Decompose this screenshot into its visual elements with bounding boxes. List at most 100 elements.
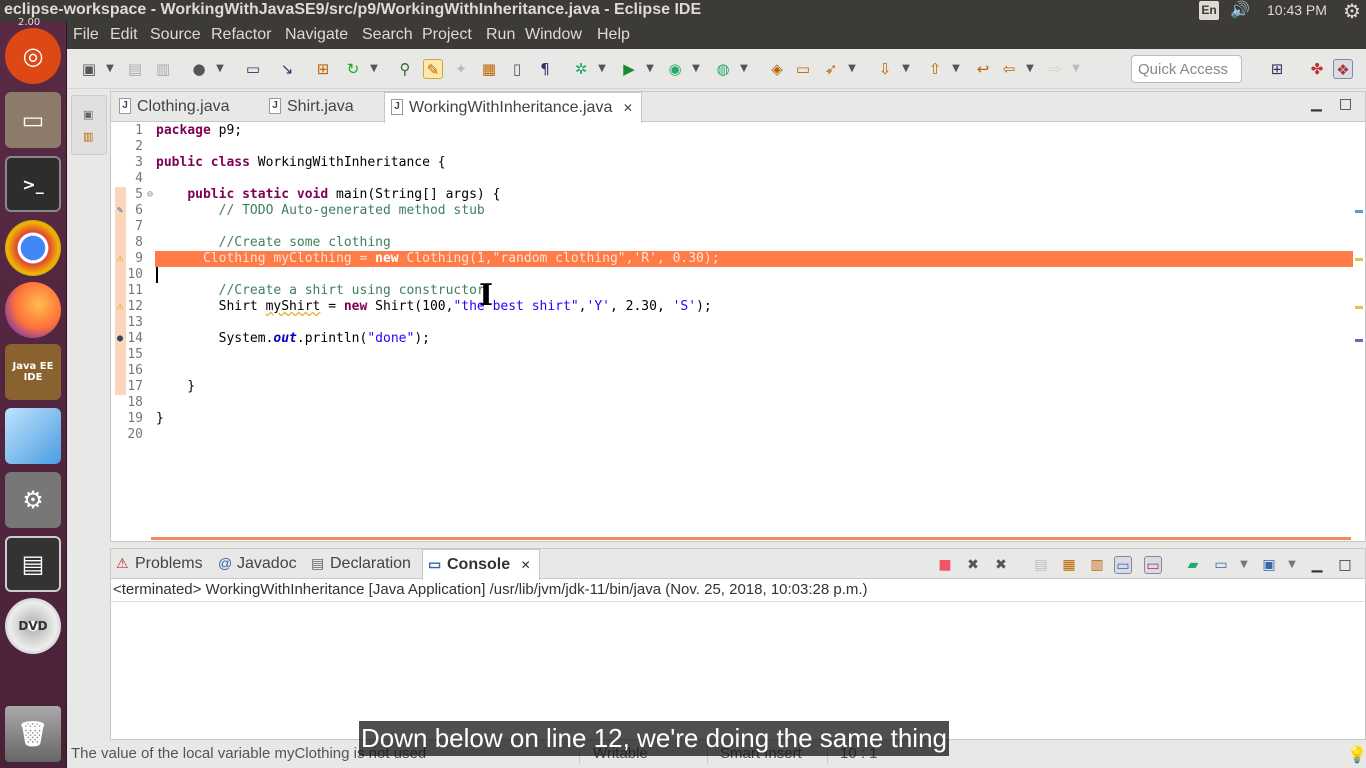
chrome-icon[interactable] <box>5 220 61 276</box>
overview-mark[interactable] <box>1355 339 1363 342</box>
console-toolbar-icon[interactable]: ▭ <box>243 59 263 79</box>
open-perspective-icon[interactable]: ⊞ <box>1267 59 1287 79</box>
close-tab-icon[interactable]: ✕ <box>521 558 531 572</box>
profile-dropdown-icon[interactable]: ▼ <box>215 59 225 79</box>
pin-console-icon[interactable]: ▰ <box>1184 556 1202 574</box>
minimize-icon[interactable]: ▁ <box>1311 96 1322 112</box>
floppy-disk-icon[interactable]: ▤ <box>5 536 61 592</box>
refresh-dropdown-icon[interactable]: ▼ <box>369 59 379 79</box>
menu-search[interactable]: Search <box>362 26 413 44</box>
quick-access-input[interactable]: Quick Access <box>1131 55 1242 83</box>
external-tools-icon[interactable]: ◍ <box>713 59 733 79</box>
tip-lightbulb-icon[interactable]: 💡 <box>1347 745 1366 765</box>
terminal-icon[interactable]: >_ <box>5 156 61 212</box>
close-tab-icon[interactable]: ✕ <box>623 101 633 115</box>
debug-icon[interactable]: ✲ <box>571 59 591 79</box>
run-icon[interactable]: ▶ <box>619 59 639 79</box>
pin-icon[interactable]: ⚲ <box>395 59 415 79</box>
skip-breakpoints-icon[interactable]: ↘ <box>277 59 297 79</box>
menu-help[interactable]: Help <box>597 26 630 44</box>
warning-icon[interactable]: ⚠ <box>114 253 126 265</box>
maximize-icon[interactable]: □ <box>1339 96 1352 112</box>
tab-shirt-java[interactable]: J Shirt.java <box>263 92 362 122</box>
forward-icon[interactable]: ⇨ <box>1045 59 1065 79</box>
tab-declaration[interactable]: ▤ Declaration <box>306 549 419 579</box>
remove-all-launches-icon[interactable]: ✖ <box>992 556 1010 574</box>
java-ee-perspective-icon[interactable]: ✤ <box>1307 59 1327 79</box>
tab-clothing-java[interactable]: J Clothing.java <box>113 92 238 122</box>
menu-navigate[interactable]: Navigate <box>285 26 348 44</box>
restore-icon[interactable]: ▣ <box>83 108 93 121</box>
profile-icon[interactable]: ● <box>189 59 209 79</box>
external-tools-dropdown-icon[interactable]: ▼ <box>739 59 749 79</box>
display-console-dropdown-icon[interactable]: ▼ <box>1235 556 1253 574</box>
build-icon[interactable]: ⊞ <box>313 59 333 79</box>
tab-javadoc[interactable]: @ Javadoc <box>213 549 305 579</box>
save-icon[interactable]: ▤ <box>125 59 145 79</box>
warning-icon[interactable]: ⚠ <box>114 301 126 313</box>
annotation-icon[interactable]: ▦ <box>479 59 499 79</box>
coverage-icon[interactable]: ◉ <box>665 59 685 79</box>
ubuntu-logo-icon[interactable]: ◎ <box>5 28 61 84</box>
fold-icon[interactable]: ⊖ <box>144 189 156 201</box>
minimize-panel-icon[interactable]: ▁ <box>1308 556 1326 574</box>
search-task-icon[interactable]: ➶ <box>821 59 841 79</box>
overview-task-mark[interactable] <box>1355 210 1363 213</box>
open-type-icon[interactable]: ◈ <box>767 59 787 79</box>
block-icon[interactable]: ▯ <box>507 59 527 79</box>
display-console-icon[interactable]: ▭ <box>1212 556 1230 574</box>
volume-icon[interactable]: 🔊 <box>1230 0 1250 20</box>
menu-edit[interactable]: Edit <box>110 26 138 44</box>
trash-icon[interactable]: 🗑 <box>5 706 61 762</box>
code-area[interactable]: 1 2 3 4 5 6 7 8 9 10 11 12 13 14 15 16 1… <box>111 123 1365 543</box>
menu-run[interactable]: Run <box>486 26 515 44</box>
console-output[interactable] <box>111 601 1365 739</box>
menu-window[interactable]: Window <box>525 26 582 44</box>
coverage-dropdown-icon[interactable]: ▼ <box>691 59 701 79</box>
show-on-error-icon[interactable]: ▭ <box>1144 556 1162 574</box>
new-dropdown-icon[interactable]: ▼ <box>105 59 115 79</box>
tab-console[interactable]: ▭ Console ✕ <box>422 549 540 580</box>
whitespace-icon[interactable]: ¶ <box>535 59 555 79</box>
firefox-icon[interactable] <box>5 282 61 338</box>
forward-dropdown-icon[interactable]: ▼ <box>1071 59 1081 79</box>
scroll-lock-icon[interactable]: ▦ <box>1060 556 1078 574</box>
system-gear-icon[interactable]: ⚙ <box>1343 0 1361 24</box>
back-icon[interactable]: ⇦ <box>999 59 1019 79</box>
java-perspective-icon[interactable]: ❖ <box>1333 59 1353 79</box>
remove-launch-icon[interactable]: ✖ <box>964 556 982 574</box>
run-dropdown-icon[interactable]: ▼ <box>645 59 655 79</box>
tab-problems[interactable]: ⚠ Problems <box>111 549 211 579</box>
clock[interactable]: 10:43 PM <box>1267 2 1327 18</box>
dvd-icon[interactable]: DVD <box>5 598 61 654</box>
terminate-icon[interactable]: ■ <box>936 556 954 574</box>
back-dropdown-icon[interactable]: ▼ <box>1025 59 1035 79</box>
save-all-icon[interactable]: ▥ <box>153 59 173 79</box>
open-console-icon[interactable]: ▣ <box>1260 556 1278 574</box>
last-edit-icon[interactable]: ↩ <box>973 59 993 79</box>
open-console-dropdown-icon[interactable]: ▼ <box>1283 556 1301 574</box>
next-annotation-dropdown-icon[interactable]: ▼ <box>901 59 911 79</box>
clear-console-icon[interactable]: ▤ <box>1032 556 1050 574</box>
task-marker-icon[interactable]: ✎ <box>114 205 126 217</box>
overview-warning-mark[interactable] <box>1355 306 1363 309</box>
maximize-panel-icon[interactable]: □ <box>1336 556 1354 574</box>
mark-icon[interactable]: ✦ <box>451 59 471 79</box>
keyboard-layout-indicator[interactable]: En <box>1199 1 1219 20</box>
breakpoint-icon[interactable]: ● <box>114 333 126 345</box>
open-folder-icon[interactable]: ▭ <box>793 59 813 79</box>
package-explorer-icon[interactable]: ▥ <box>83 130 93 143</box>
files-icon[interactable]: ▭ <box>5 92 61 148</box>
menu-refactor[interactable]: Refactor <box>211 26 271 44</box>
next-annotation-icon[interactable]: ⇩ <box>875 59 895 79</box>
prev-annotation-icon[interactable]: ⇧ <box>925 59 945 79</box>
tab-workingwithinheritance-java[interactable]: J WorkingWithInheritance.java ✕ <box>384 92 642 123</box>
menu-project[interactable]: Project <box>422 26 472 44</box>
word-wrap-icon[interactable]: ▥ <box>1088 556 1106 574</box>
cube-app-icon[interactable] <box>5 408 61 464</box>
refresh-icon[interactable]: ↻ <box>343 59 363 79</box>
eclipse-ide-icon[interactable]: Java EE IDE <box>5 344 61 400</box>
debug-dropdown-icon[interactable]: ▼ <box>597 59 607 79</box>
search-task-dropdown-icon[interactable]: ▼ <box>847 59 857 79</box>
new-icon[interactable]: ▣ <box>79 59 99 79</box>
